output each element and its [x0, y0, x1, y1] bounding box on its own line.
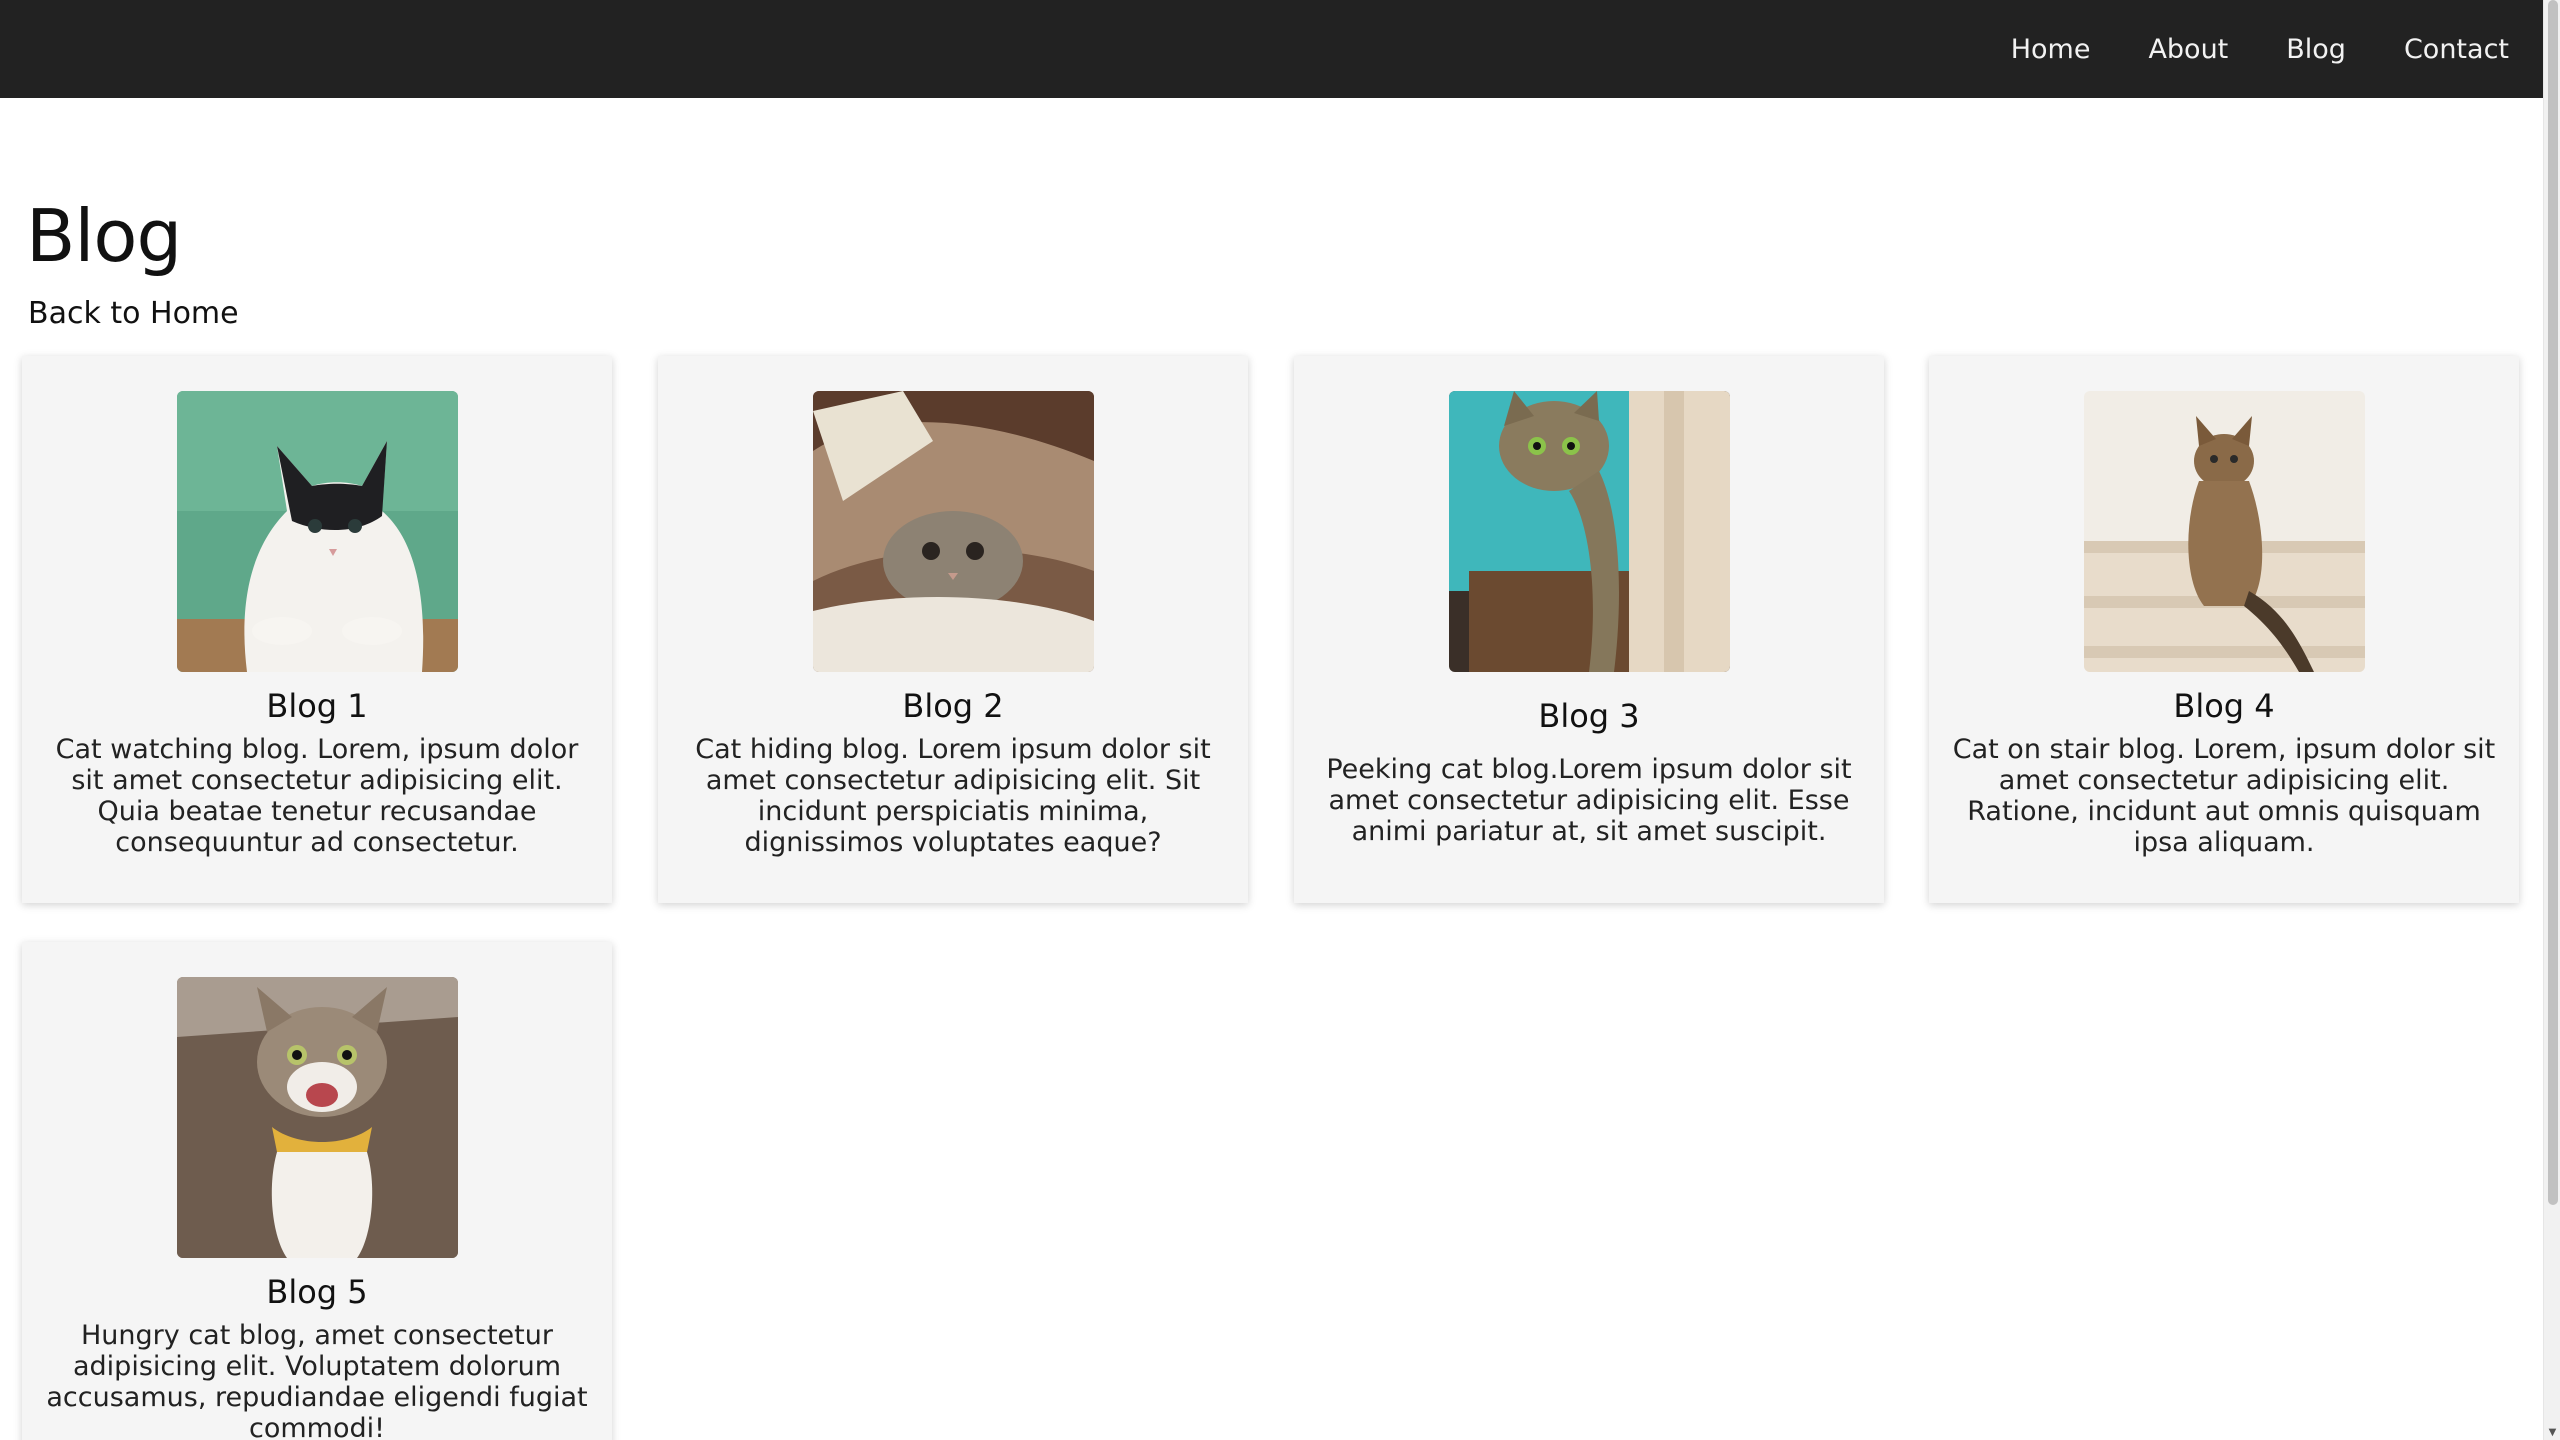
- blog-card-5[interactable]: Blog 5 Hungry cat blog, amet consectetur…: [22, 942, 612, 1440]
- nav-links: Home About Blog Contact: [2011, 0, 2509, 98]
- blog-card-3[interactable]: Blog 3 Peeking cat blog.Lorem ipsum dolo…: [1294, 356, 1884, 903]
- blog-card-title: Blog 5: [266, 1273, 368, 1311]
- blog-card-title: Blog 4: [2173, 687, 2275, 725]
- blog-card-2[interactable]: Blog 2 Cat hiding blog. Lorem ipsum dolo…: [658, 356, 1248, 903]
- blog-card-title: Blog 2: [902, 687, 1004, 725]
- page-scrollbar[interactable]: ▼: [2543, 0, 2560, 1440]
- blog-card-1[interactable]: Blog 1 Cat watching blog. Lorem, ipsum d…: [22, 356, 612, 903]
- blog-card-title: Blog 1: [266, 687, 368, 725]
- blog-card-image: [813, 391, 1094, 672]
- blog-card-image: [177, 391, 458, 672]
- blog-card-text: Cat hiding blog. Lorem ipsum dolor sit a…: [695, 734, 1211, 858]
- scrollbar-thumb[interactable]: [2548, 0, 2558, 1205]
- scroll-down-arrow-icon[interactable]: ▼: [2547, 1427, 2558, 1438]
- blog-card-text: Cat watching blog. Lorem, ipsum dolor si…: [55, 734, 579, 858]
- nav-link-contact[interactable]: Contact: [2404, 34, 2509, 65]
- blog-card-text: Cat on stair blog. Lorem, ipsum dolor si…: [1952, 734, 2496, 858]
- blog-card-text: Hungry cat blog, amet consectetur adipis…: [46, 1320, 588, 1440]
- back-to-home-link[interactable]: Back to Home: [28, 296, 239, 331]
- blog-card-4[interactable]: Blog 4 Cat on stair blog. Lorem, ipsum d…: [1929, 356, 2519, 903]
- nav-link-home[interactable]: Home: [2011, 34, 2091, 65]
- blog-page: Home About Blog Contact Blog Back to Hom…: [0, 0, 2560, 1440]
- blog-card-image: [177, 977, 458, 1258]
- nav-link-about[interactable]: About: [2148, 34, 2228, 65]
- nav-link-blog[interactable]: Blog: [2286, 34, 2346, 65]
- blog-card-image: [1449, 391, 1730, 672]
- top-navbar: Home About Blog Contact: [0, 0, 2543, 98]
- blog-card-image: [2084, 391, 2365, 672]
- blog-card-title: Blog 3: [1538, 697, 1640, 735]
- page-title: Blog: [26, 194, 182, 278]
- blog-card-text: Peeking cat blog.Lorem ipsum dolor sit a…: [1326, 754, 1852, 847]
